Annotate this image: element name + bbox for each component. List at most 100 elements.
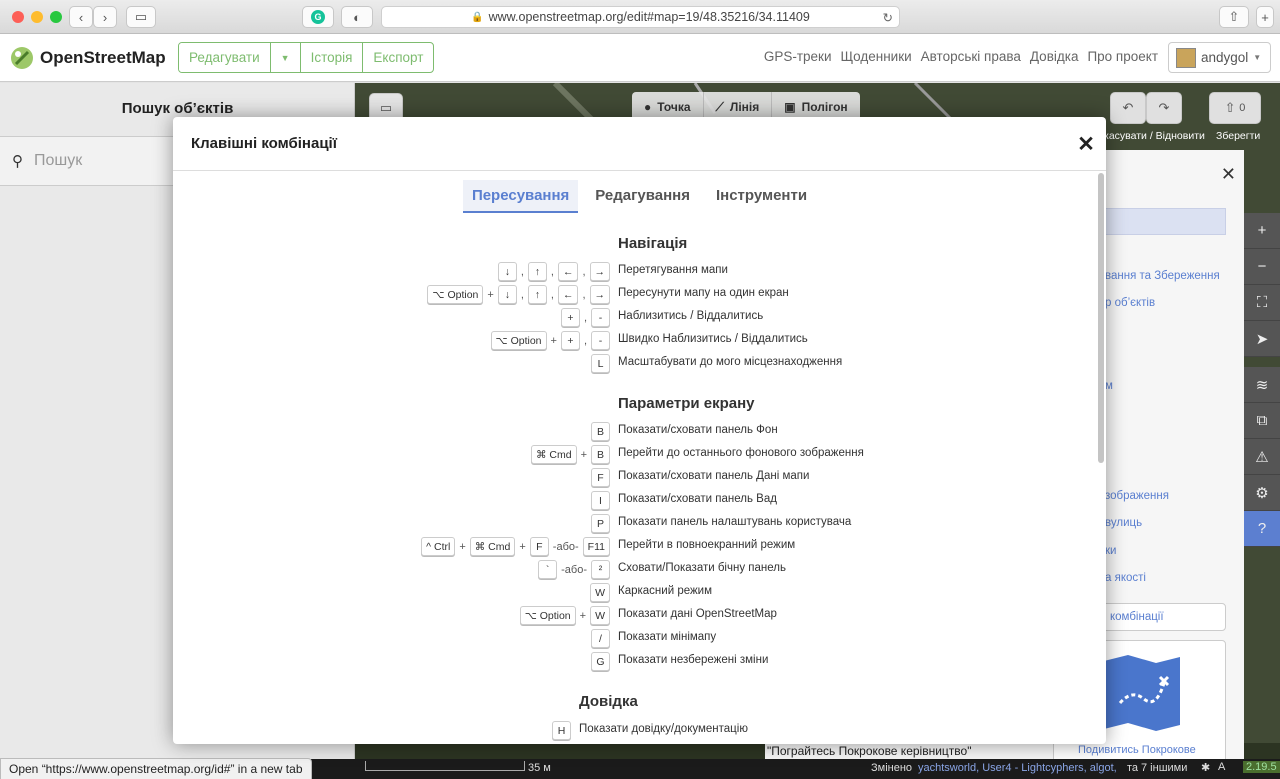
version-badge[interactable]: 2.19.5 [1243,761,1280,773]
help-link-1[interactable]: вання та Збереження [1105,270,1220,282]
history-button[interactable]: Історія [301,43,364,72]
shortcut-row: F Показати/сховати панель Дані мапи [173,467,1106,488]
shortcut-keys: P [591,513,610,534]
help-link-2[interactable]: р об’єктів [1105,297,1155,309]
nav-help[interactable]: Довідка [1030,49,1079,64]
shortcut-description: Показати дані OpenStreetMap [618,608,777,620]
edit-dropdown-chevron-icon[interactable]: ▼ [271,43,301,72]
shortcut-description: Показати незбережені зміни [618,654,769,666]
shortcut-row: ^ Ctrl + ⌘ Cmd + F -або- F11 Перейти в повноекр… [173,536,1106,557]
undo-icon[interactable]: ↶ [1110,92,1146,124]
nav-about[interactable]: Про проект [1087,49,1158,64]
marker-icon: ● [644,100,652,114]
key-separator: , [520,288,524,301]
close-icon[interactable]: ✕ [1075,133,1097,156]
redo-icon[interactable]: ↷ [1146,92,1182,124]
shortcut-description: Каркасний режим [618,585,712,597]
others-link[interactable]: 7 іншими [1141,762,1187,774]
key-cap: ↓ [497,285,517,304]
osm-logo[interactable]: OpenStreetMap [10,46,166,70]
walkthrough-title: "Пограйтесь Покрокове керівництво" [765,744,1053,759]
key-separator: + [459,540,466,553]
forward-icon[interactable]: › [93,6,117,28]
tab-tools[interactable]: Інструменти [707,180,816,213]
nav-gps-traces[interactable]: GPS-треки [764,49,832,64]
key-cap: → [589,262,610,281]
tab-editing[interactable]: Редагування [586,180,699,213]
help-link-3[interactable]: м [1105,380,1113,392]
lock-icon: 🔒 [471,11,484,23]
key-cap: ` [538,560,558,579]
scale-bar[interactable] [365,761,525,771]
export-button[interactable]: Експорт [363,43,433,72]
save-label: Зберегти [1216,130,1261,142]
shortcut-description: Сховати/Показати бічну панель [618,562,786,574]
help-icon[interactable]: ? [1244,511,1280,547]
tab-navigation[interactable]: Пересування [462,180,579,213]
shortcut-row: W Каркасний режим [173,582,1106,603]
link-hover-tooltip: Open “https://www.openstreetmap.org/id#”… [0,758,312,779]
shortcut-keys: ⌥ Option + ↓, ↑, ←, → [427,284,610,305]
zoom-to-selection-icon[interactable]: ⛶ [1244,285,1280,321]
key-cap: B [591,422,610,441]
close-window-button[interactable] [12,11,24,23]
help-link-4[interactable]: зображення [1105,490,1169,502]
map-data-icon[interactable]: ⧉ [1244,403,1280,439]
url-bar[interactable]: 🔒 www.openstreetmap.org/edit#map=19/48.3… [381,6,900,28]
minimize-window-button[interactable] [31,11,43,23]
key-cap: - [591,308,610,327]
shortcut-row: ⌘ Cmd + B Перейти до останнього фонового зо… [173,444,1106,465]
back-icon[interactable]: ‹ [69,6,93,28]
help-link-5[interactable]: вулиць [1105,517,1142,529]
nav-copyright[interactable]: Авторські права [921,49,1021,64]
shortcut-keys: G [591,651,610,672]
shortcut-description: Показати/сховати панель Фон [618,424,778,436]
layers-icon[interactable]: ≋ [1244,367,1280,403]
key-separator: , [582,265,586,278]
shortcut-keys: W [590,582,610,603]
shortcut-keys: ⌥ Option + +, - [490,330,610,351]
zoom-out-icon[interactable]: − [1244,249,1280,285]
sidebar-toggle-icon[interactable]: ▭ [126,6,156,28]
key-cap: H [552,721,571,740]
zoom-in-icon[interactable]: + [1244,213,1280,249]
edit-button[interactable]: Редагувати [179,43,271,72]
area-label: Полігон [801,100,848,114]
preferences-icon[interactable]: ⚙ [1244,475,1280,511]
bug-icon[interactable]: ✱ [1201,761,1210,774]
close-icon[interactable]: ✕ [1221,164,1236,185]
walkthrough-link: Подивитись Покрокове [1078,744,1196,756]
new-tab-icon[interactable]: + [1256,6,1274,28]
key-cap: ⌘ Cmd [530,445,577,464]
url-text: www.openstreetmap.org/edit#map=19/48.352… [488,10,810,24]
key-separator: , [520,265,524,278]
help-link-7[interactable]: а якості [1105,572,1146,584]
key-separator: + [579,609,587,622]
share-icon[interactable]: ⇧ [1219,6,1249,28]
shortcut-row: ` -або- ² Сховати/Показати бічну панель [173,559,1106,580]
key-cap: ⌥ Option [490,331,547,350]
map-controls: + − ⛶ ➤ ≋ ⧉ ⚠ ⚙ ? [1244,213,1280,547]
key-separator: + [487,288,494,301]
contributors-list[interactable]: yachtsworld, User4 - Lightcyphers, algot… [918,762,1117,774]
translate-icon[interactable]: A [1218,761,1225,773]
user-menu[interactable]: andygol ▼ [1168,42,1271,73]
header-nav: GPS-треки Щоденники Авторські права Дові… [764,49,1158,64]
and-label: та [1127,762,1139,774]
chevron-down-icon: ▼ [1253,53,1262,62]
key-separator: + [519,540,526,553]
shortcut-description: Перетягування мапи [618,264,728,276]
reload-icon[interactable]: ↻ [883,10,893,25]
help-link-6[interactable]: ки [1105,545,1116,557]
nav-diaries[interactable]: Щоденники [841,49,912,64]
zoom-window-button[interactable] [50,11,62,23]
shortcut-keys: ^ Ctrl + ⌘ Cmd + F -або- F11 [421,536,610,557]
shortcut-description: Масштабувати до мого місцезнаходження [618,356,843,368]
geolocate-icon[interactable]: ➤ [1244,321,1280,357]
save-button[interactable]: ⇧ 0 [1209,92,1261,124]
key-cap: ² [591,560,610,579]
grammarly-extension-icon[interactable]: G [302,6,334,28]
issues-warning-icon[interactable]: ⚠ [1244,439,1280,475]
privacy-shield-icon[interactable]: ◐ [341,6,373,28]
shortcut-keys: ` -або- ² [538,559,610,580]
